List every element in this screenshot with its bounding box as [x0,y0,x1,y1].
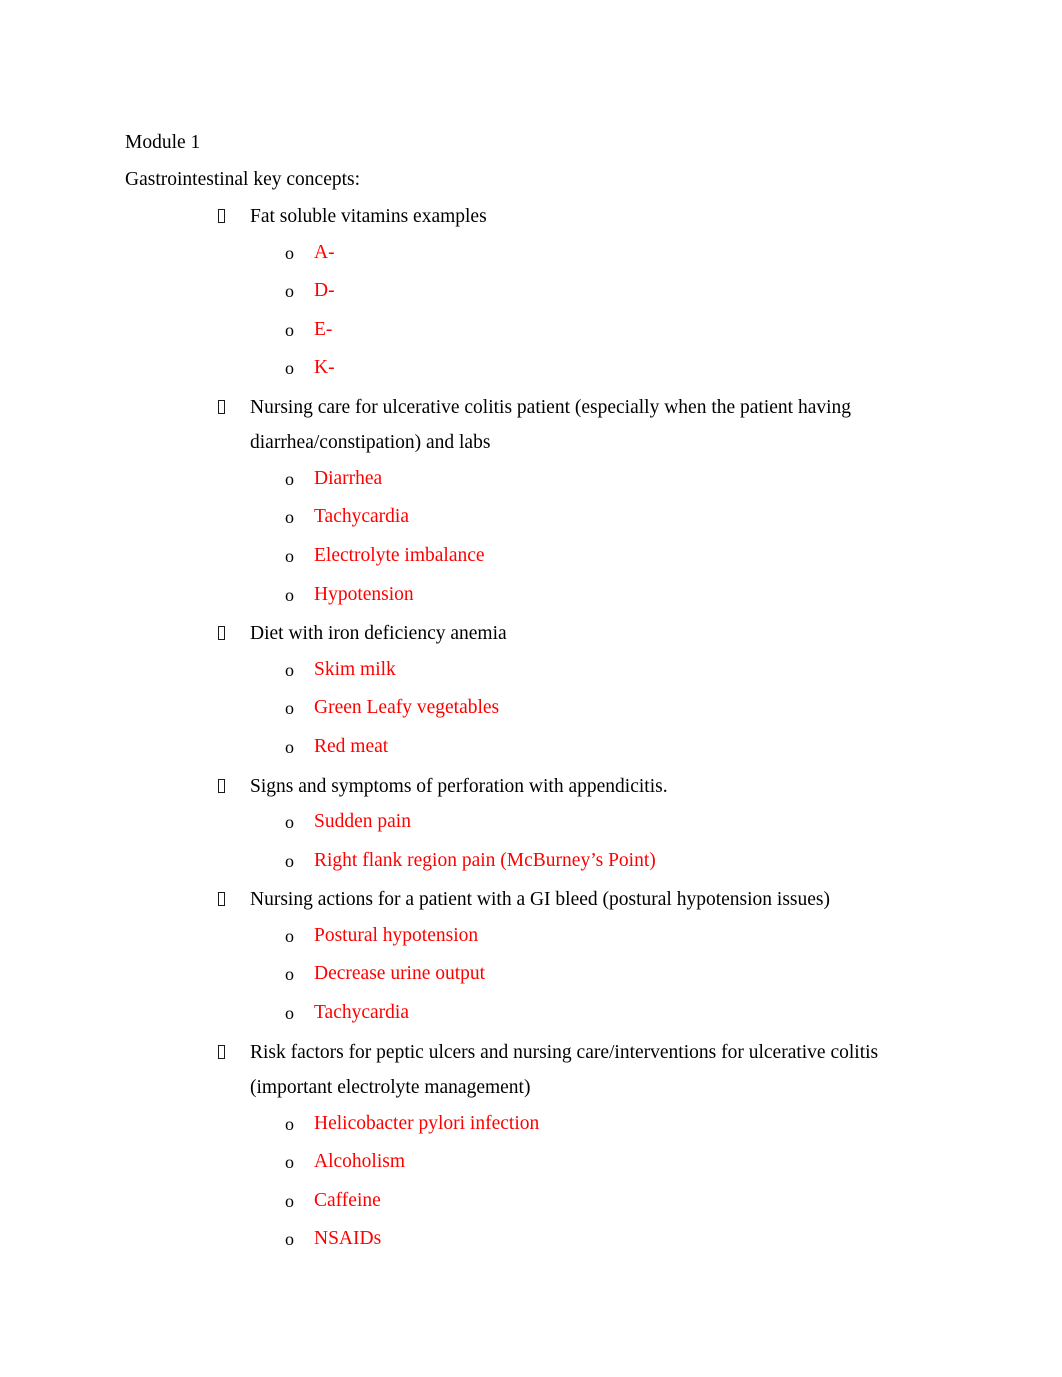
outline-sublist: o Skim milk o Green Leafy vegetables o R… [125,651,925,767]
outline-item-level1: Nursing actions for a patient with a GI … [125,882,925,918]
outline-item-level2-label: Sudden pain [314,811,411,833]
outline-item-level1-label: Risk factors for peptic ulcers and nursi… [250,1041,879,1099]
outline-item-level2: o Skim milk [125,651,925,690]
circle-bullet-icon: o [285,507,294,528]
outline-item-level1: Fat soluble vitamins examples [125,199,925,235]
tofu-box-icon [218,390,240,426]
tofu-box-icon [218,769,240,805]
circle-bullet-icon: o [285,584,294,605]
circle-bullet-icon: o [285,546,294,567]
outline-item-level2-label: Right flank region pain (McBurney’s Poin… [314,849,656,871]
outline-item-level2: o E- [125,311,925,350]
outline-item-level2-label: Skim milk [314,658,396,680]
outline-item-level2: o Postural hypotension [125,917,925,956]
outline-item-level2-label: A- [314,241,335,263]
outline-item-level2-label: K- [314,357,335,379]
tofu-box-icon [218,199,240,235]
outline-item-level1-label: Nursing care for ulcerative colitis pati… [250,396,852,454]
outline-item-level1: Signs and symptoms of perforation with a… [125,769,925,805]
outline-item-level2: o Diarrhea [125,460,925,499]
outline-item-level2: o Hypotension [125,576,925,615]
outline-item-level2-label: Tachycardia [314,1001,409,1023]
outline-item-level2: o Tachycardia [125,498,925,537]
outline-item-level2: o Tachycardia [125,994,925,1033]
outline-item-level1-label: Nursing actions for a patient with a GI … [250,889,831,911]
outline-item-level2-label: Green Leafy vegetables [314,697,500,719]
circle-bullet-icon: o [285,358,294,379]
tofu-box-icon [218,1035,240,1071]
circle-bullet-icon: o [285,1190,294,1211]
outline-item-level2: o Alcoholism [125,1143,925,1182]
document-body: Module 1 Gastrointestinal key concepts: … [125,125,925,1259]
outline-item-level2: o K- [125,349,925,388]
outline-item-level2: o A- [125,234,925,273]
circle-bullet-icon: o [285,242,294,263]
outline-item-level1: Diet with iron deficiency anemia [125,616,925,652]
circle-bullet-icon: o [285,964,294,985]
outline-item-level2-label: NSAIDs [314,1228,382,1250]
circle-bullet-icon: o [285,319,294,340]
outline-sublist: o Helicobacter pylori infection o Alcoho… [125,1105,925,1259]
circle-bullet-icon: o [285,925,294,946]
outline-item-level2-label: Caffeine [314,1189,381,1211]
tofu-box-icon [218,882,240,918]
outline-sublist: o Sudden pain o Right flank region pain … [125,803,925,880]
outline-item-level1-label: Fat soluble vitamins examples [250,206,487,227]
outline-item-level2: o NSAIDs [125,1220,925,1259]
outline-sublist: o Diarrhea o Tachycardia o Electrolyte i… [125,460,925,614]
tofu-box-icon [218,616,240,652]
outline-item-level2-label: Electrolyte imbalance [314,545,485,567]
circle-bullet-icon: o [285,1152,294,1173]
section-subtitle: Gastrointestinal key concepts: [125,169,361,190]
outline-item-level1-label: Signs and symptoms of perforation with a… [250,775,668,797]
outline-item-level1: Risk factors for peptic ulcers and nursi… [125,1035,925,1106]
outline-item-level2: o Sudden pain [125,803,925,842]
circle-bullet-icon: o [285,1229,294,1250]
page-title: Module 1 [125,132,201,153]
outline-item-level2-label: Tachycardia [314,506,409,528]
circle-bullet-icon: o [285,698,294,719]
outline-item-level2-label: D- [314,280,335,302]
outline-item-level2: o D- [125,272,925,311]
outline-item-level2-label: Postural hypotension [314,924,479,946]
outline-item-level2: o Green Leafy vegetables [125,689,925,728]
outline-item-level2: o Right flank region pain (McBurney’s Po… [125,842,925,881]
outline-item-level2: o Electrolyte imbalance [125,537,925,576]
circle-bullet-icon: o [285,1113,294,1134]
circle-bullet-icon: o [285,812,294,833]
outline-item-level2-label: Alcoholism [314,1151,405,1173]
outline-item-level2: o Red meat [125,728,925,767]
outline-item-level2-label: Decrease urine output [314,963,486,985]
circle-bullet-icon: o [285,1002,294,1023]
outline-item-level1-label: Diet with iron deficiency anemia [250,623,507,645]
outline-item-level2-label: Helicobacter pylori infection [314,1112,540,1134]
outline-item-level2-label: E- [314,318,333,340]
outline-item-level1: Nursing care for ulcerative colitis pati… [125,390,925,461]
outline-item-level2: o Caffeine [125,1182,925,1221]
circle-bullet-icon: o [285,850,294,871]
outline-item-level2-label: Red meat [314,735,389,757]
outline-item-level2: o Helicobacter pylori infection [125,1105,925,1144]
circle-bullet-icon: o [285,736,294,757]
document-page: Module 1 Gastrointestinal key concepts: … [0,0,1062,1377]
outline-item-level2: o Decrease urine output [125,955,925,994]
circle-bullet-icon: o [285,659,294,680]
circle-bullet-icon: o [285,468,294,489]
outline-item-level2-label: Diarrhea [314,467,383,489]
outline-sublist: o Postural hypotension o Decrease urine … [125,917,925,1033]
outline-item-level2-label: Hypotension [314,583,414,605]
circle-bullet-icon: o [285,281,294,302]
outline-sublist: o A- o D- o E- o K- [125,234,925,388]
